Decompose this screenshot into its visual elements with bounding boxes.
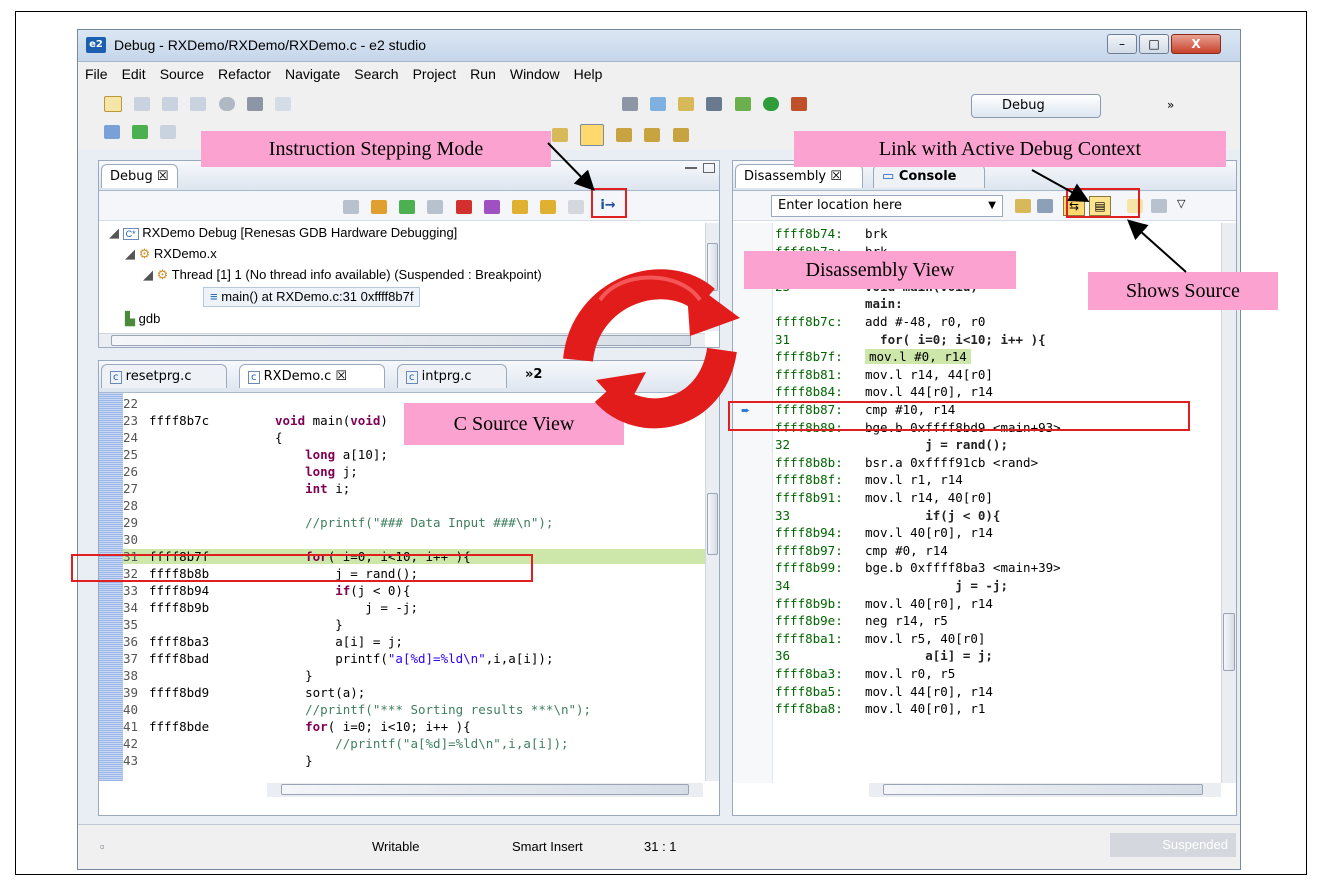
callout-arrows: [547, 142, 1187, 429]
arrow-instruction-stepping: [547, 142, 595, 191]
sync-arrow-top: [563, 269, 715, 363]
arrow-link-context: [1031, 169, 1090, 202]
arrow-shows-source: [1127, 219, 1187, 273]
sync-arrow-top-head: [686, 278, 740, 336]
